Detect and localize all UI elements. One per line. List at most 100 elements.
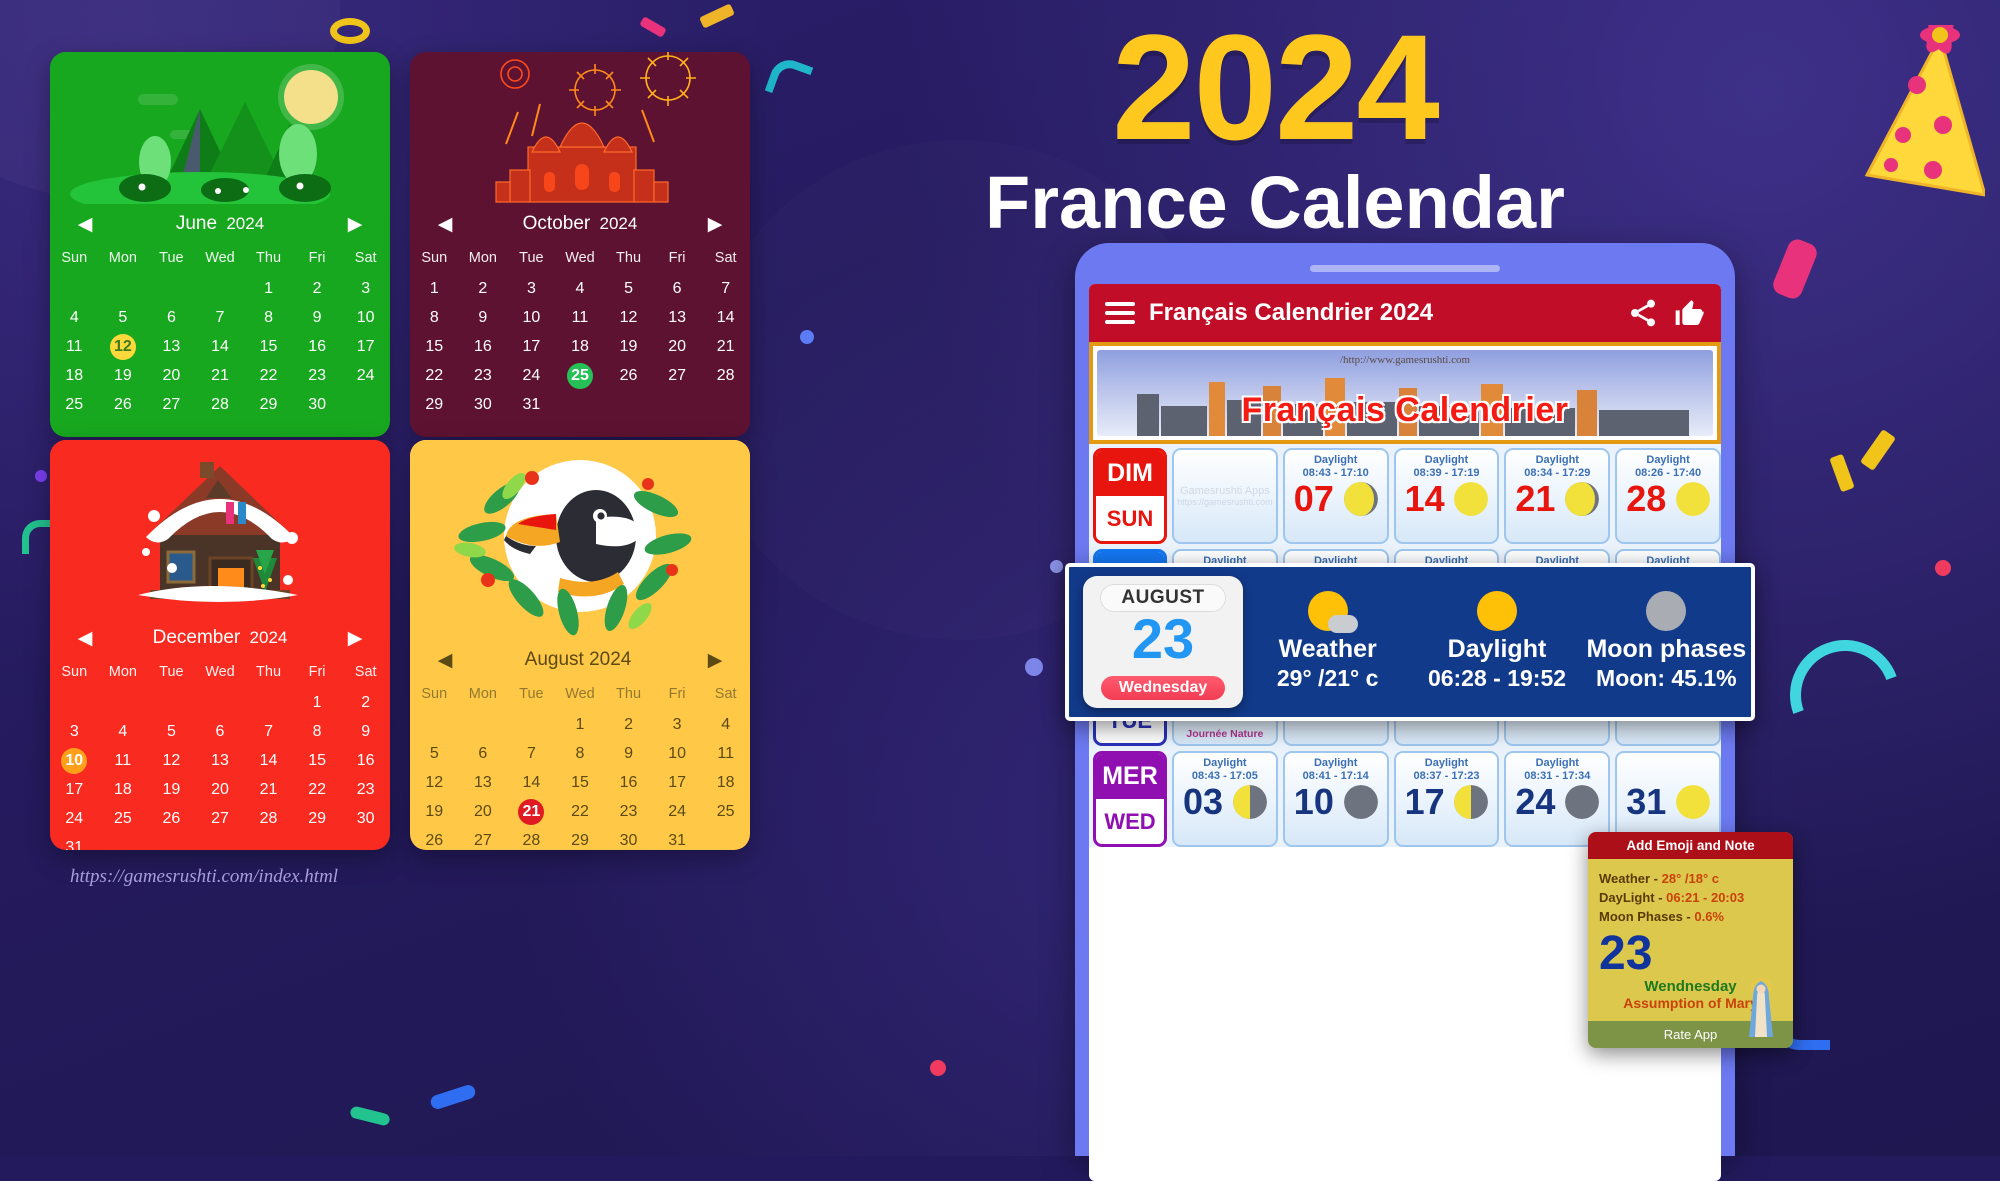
next-month-button[interactable]: ▶ [704,215,726,234]
calendar-day-cell[interactable]: 14 [701,303,750,332]
calendar-day-cell[interactable]: 27 [196,804,245,833]
calendar-day-cell[interactable]: 12 [604,303,653,332]
day-cell[interactable]: Daylight 08:43 - 17:05 03 [1172,751,1278,847]
calendar-day-cell[interactable]: 4 [701,710,750,739]
calendar-card-august[interactable]: ◀ August 2024 ▶ Sun Mon Tue Wed Thu Fri Sat 1 2 3… [410,440,750,850]
calendar-day-cell[interactable]: 6 [653,274,702,303]
calendar-day-cell[interactable]: 7 [244,717,293,746]
calendar-day-cell[interactable]: 30 [293,390,342,419]
calendar-day-cell[interactable]: 31 [653,826,702,850]
calendar-day-cell[interactable]: 19 [147,775,196,804]
calendar-day-cell[interactable]: 12 [410,768,459,797]
calendar-day-cell[interactable]: 5 [147,717,196,746]
calendar-day-cell[interactable]: 6 [459,739,508,768]
calendar-day-cell[interactable]: 7 [507,739,556,768]
calendar-day-cell[interactable]: 20 [196,775,245,804]
calendar-day-cell[interactable]: 30 [459,390,508,419]
calendar-day-cell[interactable]: 1 [293,688,342,717]
prev-month-button[interactable]: ◀ [434,651,456,670]
calendar-day-cell[interactable]: 1 [556,710,605,739]
calendar-day-cell[interactable]: 7 [196,303,245,332]
calendar-day-cell[interactable]: 20 [459,797,508,826]
calendar-day-cell[interactable]: 10 [653,739,702,768]
calendar-day-cell[interactable]: 6 [147,303,196,332]
day-cell[interactable]: Daylight 08:34 - 17:29 21 [1504,448,1611,544]
calendar-day-cell[interactable]: 16 [341,746,390,775]
calendar-day-cell[interactable]: 14 [507,768,556,797]
calendar-day-cell[interactable]: 22 [293,775,342,804]
calendar-day-cell[interactable]: 20 [147,361,196,390]
calendar-day-cell[interactable]: 16 [293,332,342,361]
calendar-day-cell[interactable]: 3 [653,710,702,739]
calendar-day-cell[interactable]: 26 [604,361,653,390]
calendar-day-cell[interactable]: 30 [341,804,390,833]
calendar-day-cell[interactable]: 13 [196,746,245,775]
calendar-day-cell[interactable]: 24 [50,804,99,833]
calendar-day-cell[interactable]: 29 [244,390,293,419]
calendar-day-cell[interactable]: 8 [556,739,605,768]
next-month-button[interactable]: ▶ [344,215,366,234]
calendar-day-cell[interactable]: 28 [701,361,750,390]
calendar-day-cell[interactable]: 28 [507,826,556,850]
calendar-day-cell[interactable]: 9 [604,739,653,768]
calendar-day-cell[interactable]: 16 [604,768,653,797]
calendar-day-cell[interactable]: 22 [556,797,605,826]
calendar-day-cell[interactable]: 24 [341,361,390,390]
calendar-day-cell[interactable]: 15 [293,746,342,775]
calendar-day-cell[interactable]: 17 [341,332,390,361]
calendar-day-cell[interactable]: 8 [293,717,342,746]
calendar-day-cell[interactable]: 3 [341,274,390,303]
calendar-day-cell[interactable]: 7 [701,274,750,303]
calendar-day-cell[interactable]: 2 [604,710,653,739]
calendar-day-cell[interactable]: 18 [701,768,750,797]
calendar-day-cell[interactable]: 12 [99,332,148,361]
prev-month-button[interactable]: ◀ [74,215,96,234]
calendar-day-cell[interactable]: 1 [410,274,459,303]
prev-month-button[interactable]: ◀ [74,629,96,648]
calendar-day-cell[interactable]: 8 [244,303,293,332]
calendar-day-cell[interactable]: 11 [556,303,605,332]
calendar-day-cell[interactable]: 14 [244,746,293,775]
day-cell[interactable]: Daylight 08:41 - 17:14 10 [1282,751,1389,847]
calendar-day-cell[interactable]: 2 [341,688,390,717]
next-month-button[interactable]: ▶ [704,651,726,670]
calendar-day-cell[interactable]: 9 [341,717,390,746]
day-cell[interactable]: Daylight 08:26 - 17:40 28 [1615,448,1721,544]
calendar-day-cell[interactable]: 25 [50,390,99,419]
calendar-day-cell[interactable]: 17 [653,768,702,797]
calendar-day-cell[interactable]: 19 [604,332,653,361]
calendar-day-cell[interactable]: 20 [653,332,702,361]
calendar-day-cell[interactable]: 12 [147,746,196,775]
calendar-day-cell[interactable]: 13 [147,332,196,361]
calendar-day-cell[interactable]: 10 [507,303,556,332]
calendar-day-cell[interactable]: 28 [196,390,245,419]
calendar-day-cell[interactable]: 16 [459,332,508,361]
calendar-day-cell[interactable]: 13 [653,303,702,332]
calendar-day-cell[interactable]: 25 [556,361,605,390]
calendar-day-cell[interactable]: 4 [556,274,605,303]
calendar-day-cell[interactable]: 21 [701,332,750,361]
calendar-day-cell[interactable]: 29 [556,826,605,850]
next-month-button[interactable]: ▶ [344,629,366,648]
calendar-day-cell[interactable]: 31 [50,833,99,851]
calendar-day-cell[interactable]: 2 [293,274,342,303]
calendar-day-cell[interactable]: 21 [507,797,556,826]
calendar-day-cell[interactable]: 10 [50,746,99,775]
calendar-day-cell[interactable]: 18 [99,775,148,804]
calendar-day-cell[interactable]: 29 [293,804,342,833]
day-cell[interactable]: Daylight 08:43 - 17:10 07 [1282,448,1389,544]
prev-month-button[interactable]: ◀ [434,215,456,234]
calendar-day-cell[interactable]: 1 [244,274,293,303]
calendar-day-cell[interactable]: 22 [244,361,293,390]
calendar-card-december[interactable]: ◀ December 2024 ▶ Sun Mon Tue Wed Thu Fri Sat 1… [50,440,390,850]
calendar-day-cell[interactable]: 23 [341,775,390,804]
calendar-day-cell[interactable]: 22 [410,361,459,390]
calendar-day-cell[interactable]: 14 [196,332,245,361]
calendar-day-cell[interactable]: 30 [604,826,653,850]
calendar-day-cell[interactable]: 15 [410,332,459,361]
calendar-day-cell[interactable]: 9 [459,303,508,332]
calendar-day-cell[interactable]: 9 [293,303,342,332]
thumbs-up-icon[interactable] [1673,297,1705,329]
calendar-day-cell[interactable]: 5 [604,274,653,303]
calendar-day-cell[interactable]: 25 [99,804,148,833]
